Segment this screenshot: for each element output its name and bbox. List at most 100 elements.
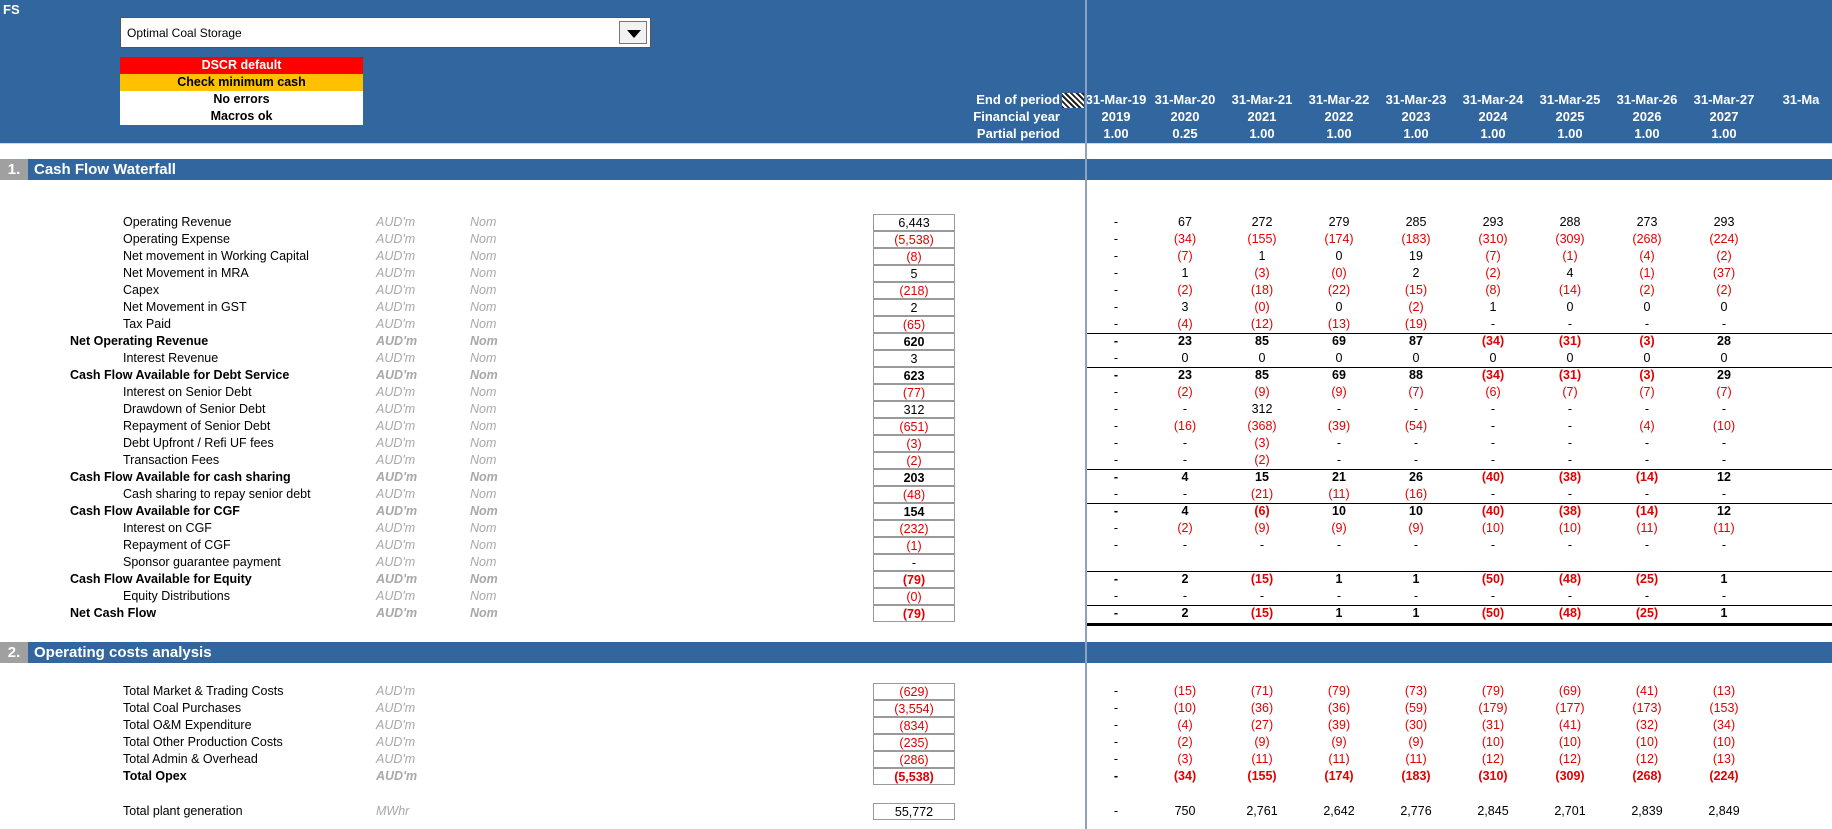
period-value-cell[interactable]: (79) [1301, 683, 1377, 700]
period-value-cell[interactable]: - [1078, 768, 1154, 785]
period-value-cell[interactable]: (7) [1686, 384, 1762, 401]
row-total-cell[interactable]: (79) [873, 571, 955, 588]
period-value-cell[interactable]: (10) [1609, 734, 1685, 751]
period-value-cell[interactable]: 21 [1301, 469, 1377, 486]
period-value-cell[interactable]: (50) [1455, 571, 1531, 588]
period-value-cell[interactable]: - [1609, 316, 1685, 333]
period-value-cell[interactable]: 12 [1686, 469, 1762, 486]
period-value-cell[interactable]: - [1686, 435, 1762, 452]
period-partial-header[interactable]: 0.25 [1147, 125, 1223, 142]
period-value-cell[interactable]: (39) [1301, 717, 1377, 734]
period-value-cell[interactable]: 67 [1147, 214, 1223, 231]
period-value-cell[interactable]: - [1078, 316, 1154, 333]
period-value-cell[interactable]: 23 [1147, 333, 1223, 350]
period-value-cell[interactable]: (9) [1224, 520, 1300, 537]
period-value-cell[interactable]: (9) [1378, 734, 1454, 751]
period-value-cell[interactable]: (40) [1455, 469, 1531, 486]
row-total-cell[interactable]: (3,554) [873, 700, 955, 717]
period-partial-header[interactable]: 1.00 [1078, 125, 1154, 142]
period-value-cell[interactable]: - [1378, 452, 1454, 469]
period-fy-header[interactable]: 2023 [1378, 108, 1454, 125]
period-value-cell[interactable]: (7) [1532, 384, 1608, 401]
period-value-cell[interactable]: (34) [1686, 717, 1762, 734]
period-value-cell[interactable]: (179) [1455, 700, 1531, 717]
period-value-cell[interactable]: - [1686, 401, 1762, 418]
period-value-cell[interactable]: (32) [1609, 717, 1685, 734]
period-value-cell[interactable]: (4) [1147, 717, 1223, 734]
period-value-cell[interactable]: - [1078, 803, 1154, 820]
period-value-cell[interactable]: 0 [1532, 299, 1608, 316]
period-value-cell[interactable]: - [1078, 282, 1154, 299]
period-value-cell[interactable]: - [1532, 418, 1608, 435]
period-value-cell[interactable]: (224) [1686, 768, 1762, 785]
period-value-cell[interactable]: (11) [1609, 520, 1685, 537]
period-value-cell[interactable]: (11) [1301, 486, 1377, 503]
period-value-cell[interactable]: - [1455, 588, 1531, 605]
period-value-cell[interactable]: (174) [1301, 231, 1377, 248]
period-value-cell[interactable]: - [1224, 588, 1300, 605]
period-value-cell[interactable]: (3) [1224, 265, 1300, 282]
period-value-cell[interactable]: (34) [1147, 768, 1223, 785]
period-value-cell[interactable]: (15) [1378, 282, 1454, 299]
period-end-header[interactable]: 31-Ma [1763, 91, 1832, 108]
period-value-cell[interactable]: (310) [1455, 231, 1531, 248]
period-value-cell[interactable]: (10) [1532, 520, 1608, 537]
period-partial-header[interactable]: 1.00 [1224, 125, 1300, 142]
period-value-cell[interactable]: (2) [1147, 282, 1223, 299]
row-total-cell[interactable]: (834) [873, 717, 955, 734]
period-value-cell[interactable]: (2) [1224, 452, 1300, 469]
row-total-cell[interactable]: 5 [873, 265, 955, 282]
period-value-cell[interactable]: (48) [1532, 571, 1608, 588]
period-value-cell[interactable]: - [1301, 401, 1377, 418]
period-fy-header[interactable]: 2020 [1147, 108, 1223, 125]
period-value-cell[interactable]: (38) [1532, 469, 1608, 486]
period-value-cell[interactable]: (174) [1301, 768, 1377, 785]
period-value-cell[interactable]: 273 [1609, 214, 1685, 231]
period-value-cell[interactable]: - [1686, 588, 1762, 605]
period-value-cell[interactable]: - [1301, 435, 1377, 452]
period-value-cell[interactable]: (54) [1378, 418, 1454, 435]
period-value-cell[interactable]: - [1147, 452, 1223, 469]
period-value-cell[interactable]: (2) [1147, 734, 1223, 751]
period-value-cell[interactable]: (31) [1532, 333, 1608, 350]
period-value-cell[interactable]: 312 [1224, 401, 1300, 418]
period-value-cell[interactable]: (16) [1147, 418, 1223, 435]
period-value-cell[interactable]: - [1686, 316, 1762, 333]
period-value-cell[interactable]: (15) [1147, 683, 1223, 700]
period-value-cell[interactable]: (13) [1686, 683, 1762, 700]
period-value-cell[interactable]: - [1078, 401, 1154, 418]
period-value-cell[interactable]: 293 [1455, 214, 1531, 231]
period-value-cell[interactable]: (10) [1147, 700, 1223, 717]
period-value-cell[interactable]: - [1078, 367, 1154, 384]
period-value-cell[interactable]: (41) [1532, 717, 1608, 734]
row-total-cell[interactable]: (48) [873, 486, 955, 503]
period-value-cell[interactable]: 2,701 [1532, 803, 1608, 820]
period-value-cell[interactable]: (8) [1455, 282, 1531, 299]
period-partial-header[interactable]: 1.00 [1609, 125, 1685, 142]
period-value-cell[interactable]: - [1609, 452, 1685, 469]
period-value-cell[interactable]: 279 [1301, 214, 1377, 231]
period-value-cell[interactable]: (31) [1455, 717, 1531, 734]
period-value-cell[interactable]: - [1609, 401, 1685, 418]
period-value-cell[interactable]: 0 [1532, 350, 1608, 367]
period-value-cell[interactable]: - [1609, 486, 1685, 503]
row-total-cell[interactable]: 154 [873, 503, 955, 520]
period-value-cell[interactable]: (21) [1224, 486, 1300, 503]
period-value-cell[interactable]: (368) [1224, 418, 1300, 435]
period-value-cell[interactable]: - [1455, 452, 1531, 469]
period-partial-header[interactable]: 1.00 [1378, 125, 1454, 142]
period-value-cell[interactable]: (10) [1686, 734, 1762, 751]
period-value-cell[interactable]: - [1609, 537, 1685, 554]
period-value-cell[interactable]: 1 [1686, 605, 1762, 622]
period-value-cell[interactable]: 4 [1147, 469, 1223, 486]
period-end-header[interactable]: 31-Mar-24 [1455, 91, 1531, 108]
period-value-cell[interactable]: (14) [1609, 503, 1685, 520]
period-value-cell[interactable]: 2 [1147, 571, 1223, 588]
period-value-cell[interactable]: (3) [1224, 435, 1300, 452]
period-value-cell[interactable]: - [1224, 537, 1300, 554]
period-value-cell[interactable]: - [1078, 520, 1154, 537]
period-value-cell[interactable]: (177) [1532, 700, 1608, 717]
period-value-cell[interactable]: (7) [1609, 384, 1685, 401]
period-end-header[interactable]: 31-Mar-19 [1078, 91, 1154, 108]
period-value-cell[interactable]: 23 [1147, 367, 1223, 384]
